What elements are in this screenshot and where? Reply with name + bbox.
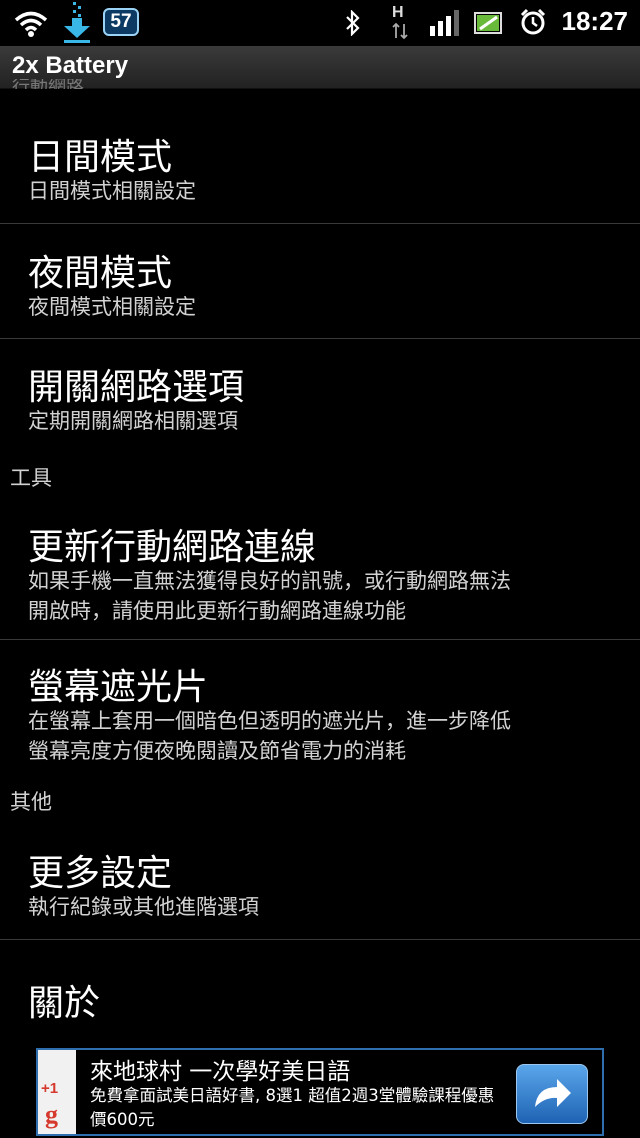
clock-time: 18:27 — [561, 6, 629, 36]
pref-about[interactable]: 關於 — [0, 972, 640, 1042]
pref-summary-line2: 螢幕亮度方便夜晚閱讀及節省電力的消耗 — [28, 739, 406, 763]
ad-title: 來地球村 一次學好美日語 — [90, 1059, 351, 1085]
pref-summary: 夜間模式相關設定 — [28, 295, 196, 319]
alarm-icon — [520, 8, 546, 35]
download-icon — [64, 2, 90, 43]
status-bar: 57 H 18:27 — [0, 0, 640, 46]
divider — [0, 939, 640, 940]
share-arrow-icon — [535, 1079, 571, 1107]
pref-day-mode[interactable]: 日間模式 日間模式相關設定 — [0, 124, 640, 222]
ad-go-button[interactable] — [516, 1064, 588, 1124]
signal-icon — [430, 10, 459, 36]
pref-summary-line2: 開啟時，請使用此更新行動網路連線功能 — [28, 599, 406, 623]
category-tools: 工具 — [10, 466, 52, 490]
pref-title: 更新行動網路連線 — [28, 527, 317, 568]
google-plus-one-strip[interactable]: +1 g — [38, 1050, 76, 1134]
pref-title: 日間模式 — [28, 137, 173, 178]
pref-refresh-mobile-network[interactable]: 更新行動網路連線 如果手機一直無法獲得良好的訊號，或行動網路無法 開啟時，請使用… — [0, 514, 640, 638]
app-title: 2x Battery — [12, 52, 129, 79]
pref-more-settings[interactable]: 更多設定 執行紀錄或其他進階選項 — [0, 840, 640, 938]
divider — [0, 639, 640, 640]
notification-badge: 57 — [103, 8, 139, 36]
pref-night-mode[interactable]: 夜間模式 夜間模式相關設定 — [0, 240, 640, 338]
pref-summary: 定期開關網路相關選項 — [28, 409, 238, 433]
pref-screen-filter[interactable]: 螢幕遮光片 在螢幕上套用一個暗色但透明的遮光片，進一步降低 螢幕亮度方便夜晚閱讀… — [0, 654, 640, 778]
pref-summary: 日間模式相關設定 — [28, 179, 196, 203]
plus-one-label: +1 — [41, 1080, 59, 1097]
pref-title: 開關網路選項 — [28, 367, 245, 408]
pref-title: 關於 — [28, 983, 101, 1024]
divider — [0, 338, 640, 339]
google-g-icon: g — [45, 1100, 58, 1129]
pref-title: 更多設定 — [28, 853, 173, 894]
network-type-label: H — [392, 4, 404, 21]
ad-banner[interactable]: +1 g 來地球村 一次學好美日語 免費拿面試美日語好書, 8選1 超值2週3堂… — [36, 1048, 604, 1136]
wifi-icon — [14, 11, 48, 37]
action-bar: 2x Battery — [0, 46, 640, 89]
category-other: 其他 — [10, 790, 52, 814]
pref-title: 夜間模式 — [28, 253, 173, 294]
pref-title: 螢幕遮光片 — [28, 667, 209, 708]
divider — [0, 223, 640, 224]
hspa-icon: H — [390, 4, 412, 42]
pref-network-toggle[interactable]: 開關網路選項 定期開關網路相關選項 — [0, 354, 640, 452]
clipped-category-header: 行動網路 — [12, 79, 84, 89]
pref-summary-line1: 如果手機一直無法獲得良好的訊號，或行動網路無法 — [28, 569, 511, 593]
bluetooth-icon — [346, 10, 360, 36]
battery-icon — [474, 12, 502, 34]
pref-summary: 執行紀錄或其他進階選項 — [28, 895, 259, 919]
ad-body: 免費拿面試美日語好書, 8選1 超值2週3堂體驗課程優惠價600元 — [90, 1086, 495, 1129]
pref-summary-line1: 在螢幕上套用一個暗色但透明的遮光片，進一步降低 — [28, 709, 511, 733]
